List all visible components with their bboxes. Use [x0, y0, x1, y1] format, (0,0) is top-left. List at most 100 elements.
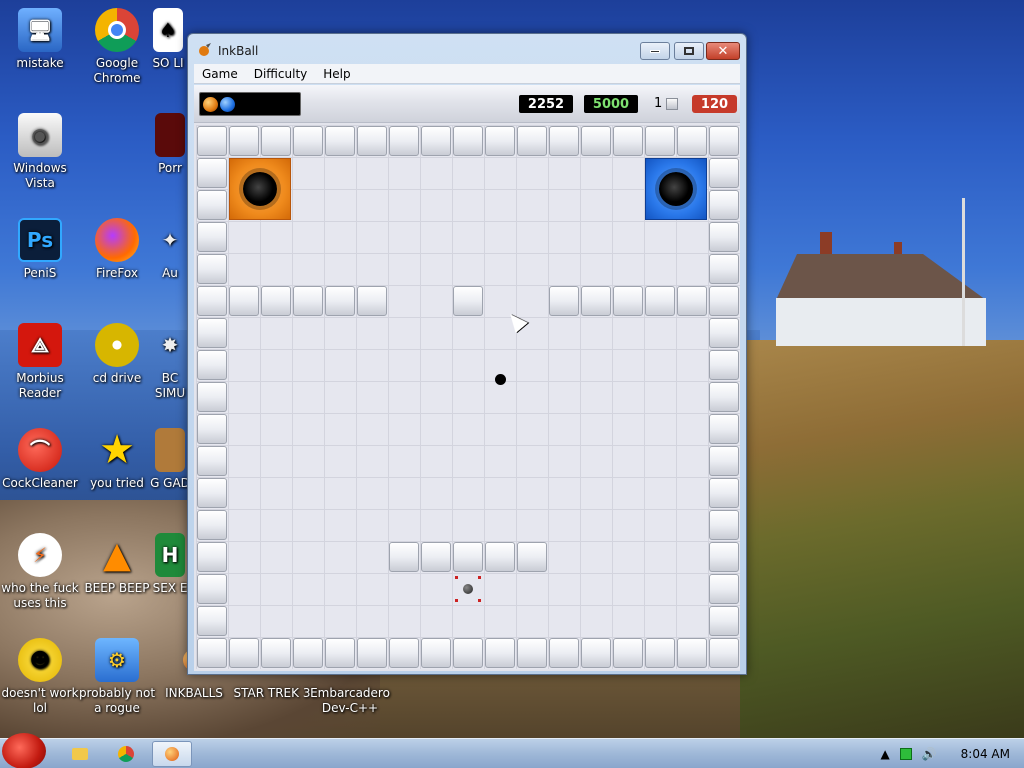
desktop-icon-photoshop[interactable]: Ps PeniS	[0, 218, 80, 281]
menu-bar: Game Difficulty Help	[194, 64, 740, 84]
wall-block	[645, 286, 675, 316]
wall-block	[325, 126, 355, 156]
desktop-icon-sex-e[interactable]: H SEX E	[150, 533, 190, 596]
wall-block	[709, 414, 739, 444]
wall-block	[261, 286, 291, 316]
close-icon: ✕	[717, 43, 729, 59]
ball-queue	[199, 92, 301, 116]
star-icon: ★	[99, 426, 135, 473]
wall-block	[389, 638, 419, 668]
wall-block	[261, 638, 291, 668]
clock[interactable]: 8:04 AM	[961, 747, 1010, 761]
show-hidden-icons-icon[interactable]: ▲	[880, 747, 889, 761]
pdf-reader-icon: ⟁	[18, 323, 62, 367]
wall-block	[357, 638, 387, 668]
inkball-icon	[165, 747, 179, 761]
wallpaper-house	[776, 232, 986, 348]
wall-block	[197, 510, 227, 540]
wall-block	[549, 638, 579, 668]
computer-icon: 🖥	[18, 8, 62, 52]
desktop-icon-beep-beep[interactable]: ▲ BEEP BEEP	[77, 533, 157, 596]
wall-block	[517, 126, 547, 156]
wall-block	[485, 126, 515, 156]
wall-block	[709, 446, 739, 476]
gears-icon: ⚙	[95, 638, 139, 682]
desktop-icon-cockcleaner[interactable]: ⌒ CockCleaner	[0, 428, 80, 491]
current-score: 2252	[519, 95, 573, 113]
wall-block	[709, 158, 739, 188]
menu-difficulty[interactable]: Difficulty	[246, 67, 316, 81]
wall-block	[645, 126, 675, 156]
start-button[interactable]	[2, 733, 46, 768]
inkball-window: InkBall ✕ Game Difficulty Help 2252 5000…	[187, 33, 747, 675]
wall-block	[709, 510, 739, 540]
volume-icon[interactable]: 🔊	[922, 747, 937, 761]
desktop-icon-mistake[interactable]: 🖥 mistake	[0, 8, 80, 71]
wall-block	[197, 478, 227, 508]
wall-block	[613, 286, 643, 316]
window-title: InkBall	[218, 44, 259, 58]
wall-block	[581, 126, 611, 156]
cleaner-icon: ⌒	[18, 428, 62, 472]
desktop-icon-au[interactable]: ✦ Au	[150, 218, 190, 281]
minimize-button[interactable]	[640, 42, 670, 60]
wall-block	[197, 190, 227, 220]
desktop-icon-porr[interactable]: Porr	[150, 113, 190, 176]
black-ball	[495, 374, 506, 385]
desktop-icon-windows-vista[interactable]: ◉ Windows Vista	[0, 113, 80, 191]
desktop-icon-firefox[interactable]: FireFox	[77, 218, 157, 281]
wall-block	[197, 126, 227, 156]
desktop-icon-solitaire[interactable]: ♠ SO LI	[148, 8, 188, 71]
lives-counter: 1	[654, 96, 679, 111]
chrome-icon	[95, 8, 139, 52]
time-remaining: 120	[692, 95, 737, 113]
wall-block	[197, 222, 227, 252]
game-area: 2252 5000 1 120	[194, 85, 740, 671]
queued-orange-ball-icon	[203, 96, 218, 112]
taskbar-chrome[interactable]	[106, 741, 146, 767]
app-icon	[155, 113, 185, 157]
wall-block	[709, 254, 739, 284]
wall-block	[453, 542, 483, 572]
wall-block	[709, 574, 739, 604]
maximize-button[interactable]	[674, 42, 704, 60]
wall-block	[197, 254, 227, 284]
lives-count: 1	[654, 96, 663, 111]
desktop-icon-you-tried[interactable]: ★ you tried	[77, 428, 157, 491]
wall-block	[229, 638, 259, 668]
desktop-icon-probably-not-a-rogue[interactable]: ⚙ probably not a rogue	[77, 638, 157, 716]
photoshop-icon: Ps	[18, 218, 62, 262]
block-icon	[666, 97, 679, 110]
desktop-icon-cd-drive[interactable]: cd drive	[77, 323, 157, 386]
close-button[interactable]: ✕	[706, 42, 740, 60]
queued-blue-ball-icon	[220, 96, 235, 112]
wall-block	[485, 638, 515, 668]
wall-block	[677, 286, 707, 316]
taskbar-inkball[interactable]	[152, 741, 192, 767]
desktop-icon-bc-simu[interactable]: ✸ BC SIMU	[150, 323, 190, 401]
wall-block	[293, 638, 323, 668]
wall-block	[421, 126, 451, 156]
menu-help[interactable]: Help	[315, 67, 358, 81]
wall-block	[709, 318, 739, 348]
wall-block	[709, 222, 739, 252]
wall-block	[293, 126, 323, 156]
desktop-icon-google-chrome[interactable]: Google Chrome	[77, 8, 157, 86]
desktop-icon-who-uses-this[interactable]: ⚡ who the fuck uses this	[0, 533, 80, 611]
wall-block	[197, 382, 227, 412]
wall-block	[261, 126, 291, 156]
network-icon[interactable]	[899, 748, 912, 760]
chrome-icon	[118, 746, 134, 762]
desktop-icon-gadgets[interactable]: G GAD	[150, 428, 190, 491]
title-bar[interactable]: InkBall ✕	[188, 34, 746, 66]
taskbar-explorer[interactable]	[60, 741, 100, 767]
menu-game[interactable]: Game	[194, 67, 246, 81]
wall-block	[197, 414, 227, 444]
desktop-icon-doesnt-work[interactable]: ☻ doesn't work lol	[0, 638, 80, 716]
desktop-icon-morbius-reader[interactable]: ⟁ Morbius Reader	[0, 323, 80, 401]
wall-block	[485, 542, 515, 572]
wall-block	[709, 126, 739, 156]
game-board[interactable]	[196, 125, 740, 669]
wall-block	[709, 606, 739, 636]
folder-icon	[72, 748, 88, 760]
